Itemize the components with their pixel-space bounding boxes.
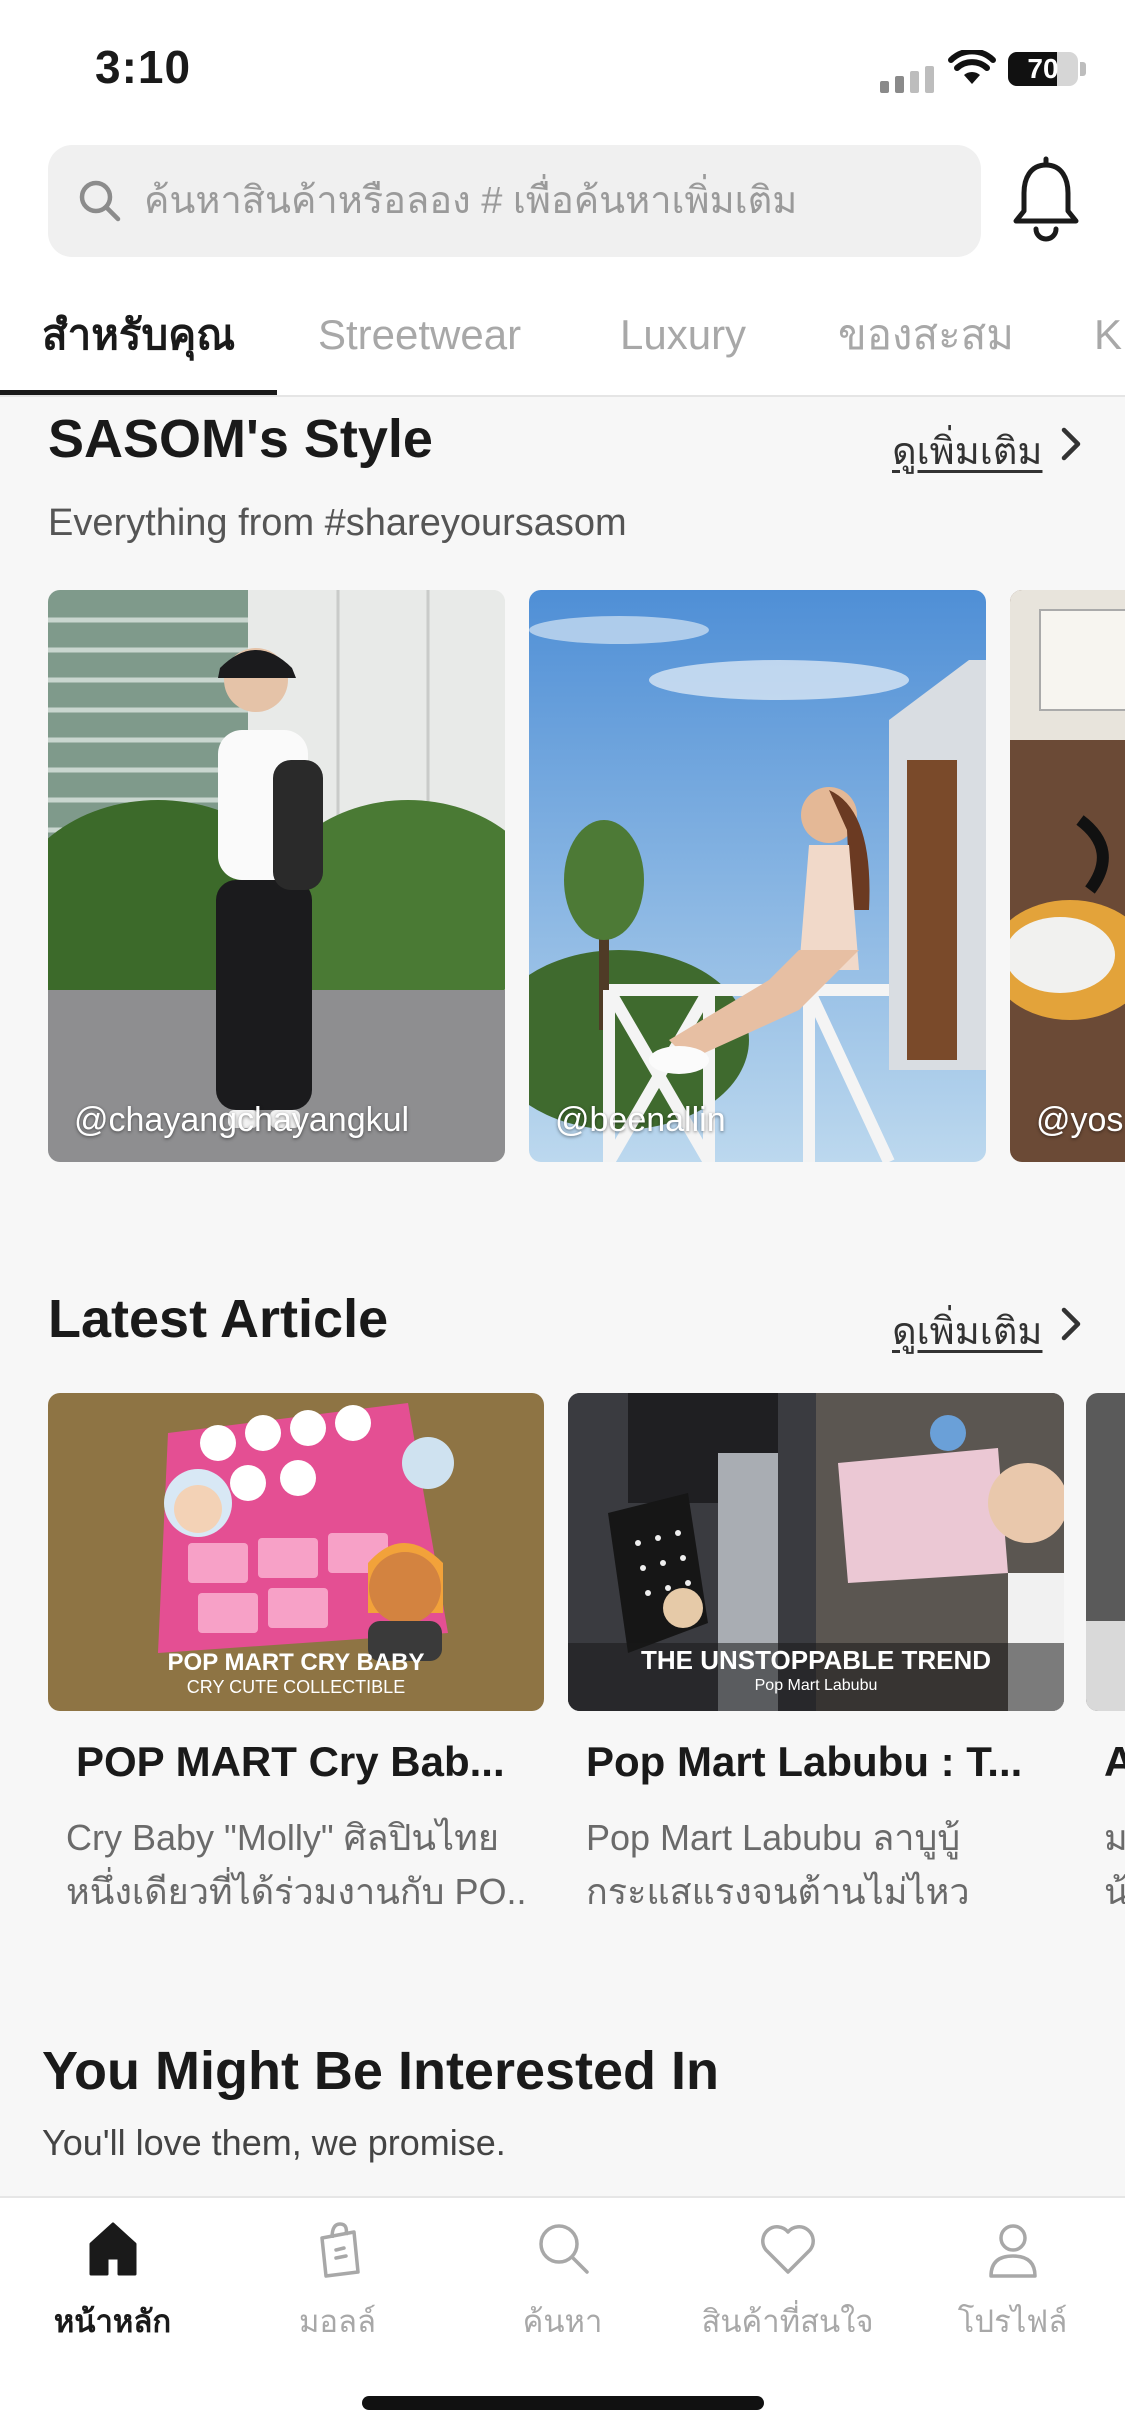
style-photo	[1010, 590, 1125, 1162]
article-desc-line: ม	[1104, 1817, 1125, 1858]
style-card-handle: @chayangchayangkul	[74, 1101, 410, 1139]
style-card-handle: @beenallin	[555, 1101, 726, 1139]
article-desc-line: Pop Mart Labubu ลาบูบู้	[586, 1817, 961, 1858]
interest-section-title: You Might Be Interested In	[42, 2041, 720, 2101]
interest-section-subtitle: You'll love them, we promise.	[42, 2122, 506, 2163]
article-image-subcaption: Pop Mart Labubu	[754, 1677, 878, 1694]
category-tabs: สำหรับคุณ Streetwear Luxury ของสะสม K	[0, 275, 1125, 397]
article-card[interactable]: POP MART CRY BABY CRY CUTE COLLECTIBLE P…	[48, 1393, 544, 1912]
cellular-signal-icon	[880, 66, 934, 93]
search-input[interactable]: ค้นหาสินค้าหรือลอง # เพื่อค้นหาเพิ่มเติม	[48, 145, 981, 257]
article-card[interactable]: A ม น้	[1086, 1393, 1125, 1912]
home-icon	[89, 2222, 136, 2276]
nav-profile[interactable]: โปรไฟล์	[900, 2218, 1125, 2346]
style-carousel[interactable]: @chayangchayangkul @beenallin @yos	[48, 590, 1125, 1162]
article-desc-line: หนึ่งเดียวที่ได้ร่วมงานกับ PO...	[66, 1871, 526, 1912]
article-image: THE UNSTOPPABLE TREND Pop Mart Labubu	[568, 1393, 1064, 1711]
nav-mall[interactable]: มอลล์	[225, 2218, 450, 2346]
article-description: ม น้	[1104, 1811, 1125, 1919]
search-icon	[538, 2224, 589, 2274]
article-title: Pop Mart Labubu : T...	[586, 1738, 1023, 1785]
article-description: Cry Baby "Molly" ศิลปินไทย หนึ่งเดียวที่…	[66, 1811, 526, 1919]
article-carousel[interactable]: POP MART CRY BABY CRY CUTE COLLECTIBLE P…	[48, 1393, 1125, 1953]
article-desc-line: น้	[1104, 1871, 1125, 1912]
article-section-title: Latest Article	[48, 1289, 389, 1349]
article-image	[1086, 1393, 1125, 1711]
article-title: A	[1104, 1738, 1125, 1785]
article-image-caption: THE UNSTOPPABLE TREND	[640, 1645, 992, 1675]
article-see-more-link[interactable]: ดูเพิ่มเติม	[892, 1300, 1042, 1361]
wifi-icon	[948, 50, 996, 84]
article-card[interactable]: THE UNSTOPPABLE TREND Pop Mart Labubu Po…	[568, 1393, 1064, 1912]
battery-percent: 70	[1027, 53, 1059, 84]
status-bar: 3:10 70	[0, 0, 1125, 135]
article-image-caption: POP MART CRY BABY	[167, 1649, 425, 1676]
chevron-right-icon[interactable]	[1056, 424, 1086, 464]
style-section-title: SASOM's Style	[48, 409, 433, 469]
style-photo	[48, 590, 505, 1162]
nav-search[interactable]: ค้นหา	[450, 2218, 675, 2346]
style-section-subtitle: Everything from #shareyoursasom	[48, 502, 627, 544]
article-image: POP MART CRY BABY CRY CUTE COLLECTIBLE	[48, 1393, 544, 1711]
article-title: POP MART Cry Bab...	[76, 1738, 505, 1785]
header: ค้นหาสินค้าหรือลอง # เพื่อค้นหาเพิ่มเติม	[0, 135, 1125, 275]
battery-tip	[1080, 62, 1086, 76]
nav-label: สินค้าที่สนใจ	[701, 2304, 874, 2339]
active-tab-indicator	[0, 390, 277, 395]
search-icon	[79, 180, 121, 222]
tab-k[interactable]: K	[1094, 275, 1122, 395]
nav-label: ค้นหา	[522, 2304, 603, 2339]
nav-label: โปรไฟล์	[957, 2304, 1068, 2339]
chevron-right-icon[interactable]	[1056, 1304, 1086, 1344]
article-image-band	[1086, 1621, 1125, 1711]
article-desc-line: Cry Baby "Molly" ศิลปินไทย	[66, 1817, 499, 1858]
style-card[interactable]: @chayangchayangkul	[48, 590, 505, 1162]
nav-home[interactable]: หน้าหลัก	[0, 2218, 225, 2346]
style-card[interactable]: @yos	[1010, 590, 1125, 1162]
nav-label: หน้าหลัก	[53, 2304, 172, 2339]
style-photo	[529, 590, 986, 1162]
article-image-subcaption: CRY CUTE COLLECTIBLE	[186, 1677, 406, 1697]
profile-icon	[988, 2224, 1037, 2278]
style-see-more-link[interactable]: ดูเพิ่มเติม	[892, 420, 1042, 481]
search-placeholder: ค้นหาสินค้าหรือลอง # เพื่อค้นหาเพิ่มเติม	[144, 180, 798, 222]
heart-icon	[760, 2225, 815, 2274]
tab-streetwear[interactable]: Streetwear	[318, 275, 521, 395]
article-desc-line: กระแสแรงจนต้านไม่ไหว	[586, 1871, 970, 1912]
shopping-bag-icon	[319, 2222, 360, 2278]
nav-wishlist[interactable]: สินค้าที่สนใจ	[675, 2218, 900, 2346]
nav-label: มอลล์	[298, 2304, 377, 2339]
home-indicator	[362, 2396, 764, 2410]
tab-collectibles[interactable]: ของสะสม	[838, 275, 1014, 395]
tab-for-you[interactable]: สำหรับคุณ	[42, 275, 235, 395]
style-card[interactable]: @beenallin	[529, 590, 986, 1162]
battery-icon: 70	[1008, 52, 1078, 86]
notification-bell-icon[interactable]	[1010, 155, 1082, 243]
tab-luxury[interactable]: Luxury	[620, 275, 746, 395]
style-card-handle: @yos	[1036, 1101, 1124, 1139]
article-description: Pop Mart Labubu ลาบูบู้ กระแสแรงจนต้านไม…	[586, 1811, 1046, 1919]
status-time: 3:10	[95, 41, 192, 93]
